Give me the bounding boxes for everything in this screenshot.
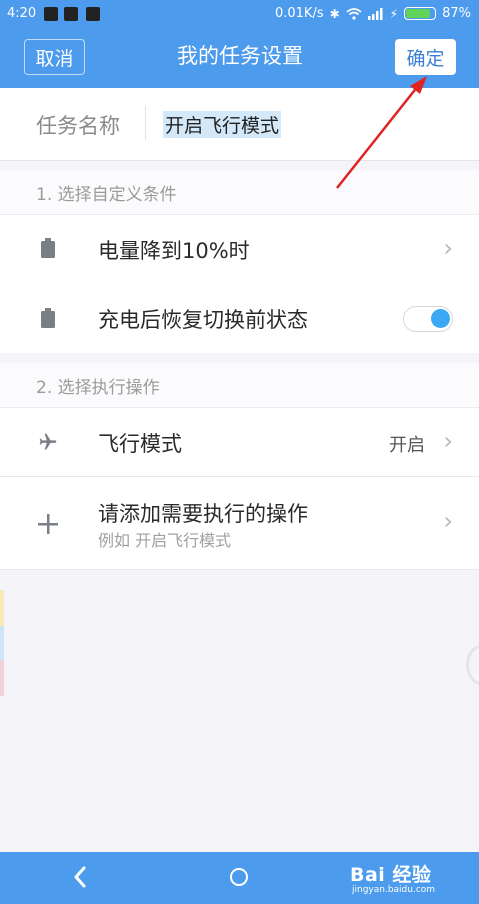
status-bar: 4:20 0.01K/s ✱ ⚡ 87% [0,0,479,28]
home-icon[interactable] [230,868,248,886]
floating-button-edge [466,645,479,685]
network-speed: 0.01K/s [274,6,324,21]
task-name-input[interactable]: 开启飞行模式 [163,111,282,138]
confirm-button[interactable]: 确定 [395,39,456,75]
background-decoration [0,626,4,660]
cancel-button[interactable]: 取消 [24,39,85,75]
wifi-icon [346,7,362,20]
bluetooth-icon: ✱ [329,6,340,21]
divider [145,106,146,140]
background-decoration [0,660,4,696]
section-title: 1. 选择自定义条件 [36,185,177,205]
action-value: 开启 [389,435,425,456]
signal-icon [367,7,383,20]
action-label: 飞行模式 [98,432,182,456]
notification-app-icon [64,7,78,21]
action-row-add[interactable]: 请添加需要执行的操作 例如 开启飞行模式 › [0,477,479,569]
watermark-url: jingyan.baidu.com [352,885,436,895]
section-header-conditions: 1. 选择自定义条件 [0,170,479,215]
section-header-actions: 2. 选择执行操作 [0,363,479,408]
background-decoration [0,590,4,626]
divider [0,569,479,570]
condition-label: 充电后恢复切换前状态 [98,308,308,332]
battery-icon [404,7,437,20]
battery-level-fill [406,9,431,18]
battery-icon [38,237,58,259]
watermark-logo: Bai 经验 [350,864,432,886]
chevron-right-icon: › [443,427,453,455]
charging-icon: ⚡ [389,6,399,21]
action-hint: 例如 开启飞行模式 [98,531,232,550]
condition-row-restore: 充电后恢复切换前状态 [0,283,479,353]
page-title: 我的任务设置 [177,44,303,68]
back-icon[interactable] [70,864,90,890]
notification-app-icon [86,7,100,21]
app-header: 4:20 0.01K/s ✱ ⚡ 87% 取消 我的任务设置 确定 [0,0,479,88]
status-indicators: 0.01K/s ✱ ⚡ 87% [275,6,471,21]
condition-label: 电量降到10%时 [98,239,250,263]
action-label: 请添加需要执行的操作 [98,502,308,526]
task-name-row: 任务名称 开启飞行模式 [0,88,479,161]
action-row-airplane[interactable]: 飞行模式 开启 › [0,408,479,476]
status-time: 4:20 [7,6,37,21]
task-name-label: 任务名称 [36,114,120,138]
restore-state-toggle[interactable] [403,306,453,332]
chevron-right-icon: › [443,507,453,535]
plus-icon [38,513,58,535]
toggle-knob [431,309,450,328]
watermark: Bai 经验 jingyan.baidu.com [350,860,435,895]
battery-percent: 87% [442,6,471,21]
battery-icon [38,307,58,329]
system-nav-bar: Bai 经验 jingyan.baidu.com [0,852,479,904]
airplane-icon [38,431,58,453]
section-title: 2. 选择执行操作 [36,378,160,398]
notification-app-icon [44,7,58,21]
chevron-right-icon: › [443,234,453,262]
condition-row-battery[interactable]: 电量降到10%时 › [0,215,479,283]
